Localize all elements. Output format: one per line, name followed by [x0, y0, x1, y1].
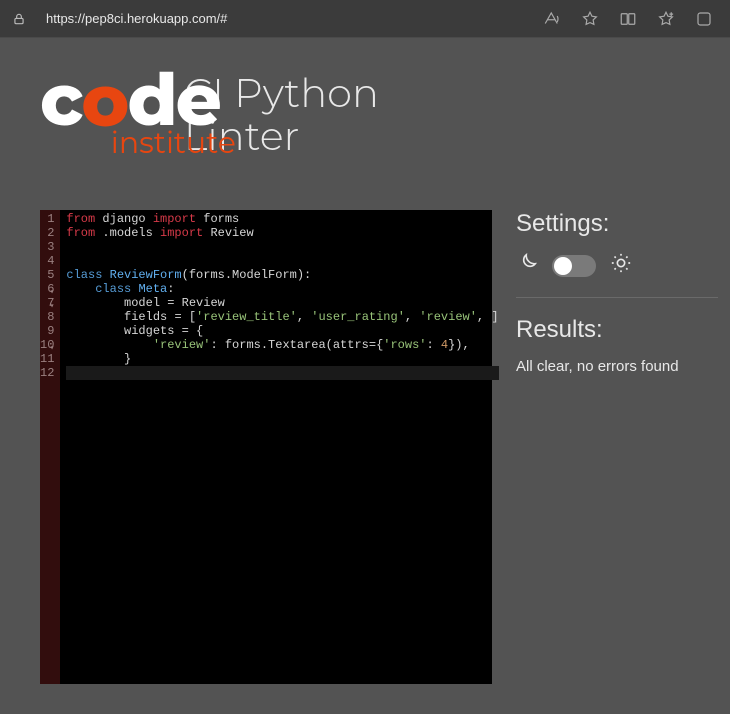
code-line[interactable] — [66, 240, 498, 254]
moon-icon — [516, 252, 538, 279]
code-line[interactable]: } — [66, 352, 498, 366]
line-number-gutter: 12345 ▾6 ▾789 ▾101112 — [40, 210, 60, 684]
code-line[interactable]: fields = ['review_title', 'user_rating',… — [66, 310, 498, 324]
line-number: 7 — [40, 296, 54, 310]
code-line[interactable]: model = Review — [66, 296, 498, 310]
line-number: 2 — [40, 226, 54, 240]
read-aloud-icon[interactable] — [542, 9, 562, 29]
line-number: 9 ▾ — [40, 324, 54, 338]
browser-address-bar: https://pep8ci.herokuapp.com/# — [0, 0, 730, 38]
logo-institute-text: institute — [111, 124, 236, 161]
code-area[interactable]: from django import formsfrom .models imp… — [60, 210, 502, 684]
code-line[interactable]: from .models import Review — [66, 226, 498, 240]
line-number: 5 ▾ — [40, 268, 54, 282]
code-line[interactable] — [66, 254, 498, 268]
settings-heading: Settings: — [516, 210, 718, 238]
code-line[interactable]: widgets = { — [66, 324, 498, 338]
line-number: 1 — [40, 212, 54, 226]
main-content: 12345 ▾6 ▾789 ▾101112 from django import… — [0, 210, 730, 684]
code-line[interactable]: 'review': forms.Textarea(attrs={'rows': … — [66, 338, 498, 352]
url-field[interactable]: https://pep8ci.herokuapp.com/# — [38, 7, 532, 30]
code-line[interactable]: from django import forms — [66, 212, 498, 226]
code-line[interactable] — [66, 366, 498, 380]
favorite-icon[interactable] — [580, 9, 600, 29]
line-number: 8 — [40, 310, 54, 324]
line-number: 4 — [40, 254, 54, 268]
line-number: 12 — [40, 366, 54, 380]
more-icon[interactable] — [694, 9, 714, 29]
code-line[interactable]: class Meta: — [66, 282, 498, 296]
browser-actions — [542, 9, 720, 29]
page-header: code institute CI Python Linter — [0, 68, 730, 198]
lock-icon — [10, 10, 28, 28]
logo: code institute — [40, 68, 220, 133]
sidebar: Settings: Results: All clear, no errors … — [492, 210, 730, 684]
results-message: All clear, no errors found — [516, 358, 718, 375]
theme-toggle-row — [516, 252, 718, 298]
line-number: 6 ▾ — [40, 282, 54, 296]
collections-icon[interactable] — [656, 9, 676, 29]
sun-icon — [610, 252, 632, 279]
line-number: 10 — [40, 338, 54, 352]
page-body: code institute CI Python Linter 12345 ▾6… — [0, 38, 730, 714]
line-number: 11 — [40, 352, 54, 366]
line-number: 3 — [40, 240, 54, 254]
results-heading: Results: — [516, 316, 718, 344]
split-screen-icon[interactable] — [618, 9, 638, 29]
code-editor[interactable]: 12345 ▾6 ▾789 ▾101112 from django import… — [40, 210, 492, 684]
theme-toggle[interactable] — [552, 255, 596, 277]
code-line[interactable]: class ReviewForm(forms.ModelForm): — [66, 268, 498, 282]
